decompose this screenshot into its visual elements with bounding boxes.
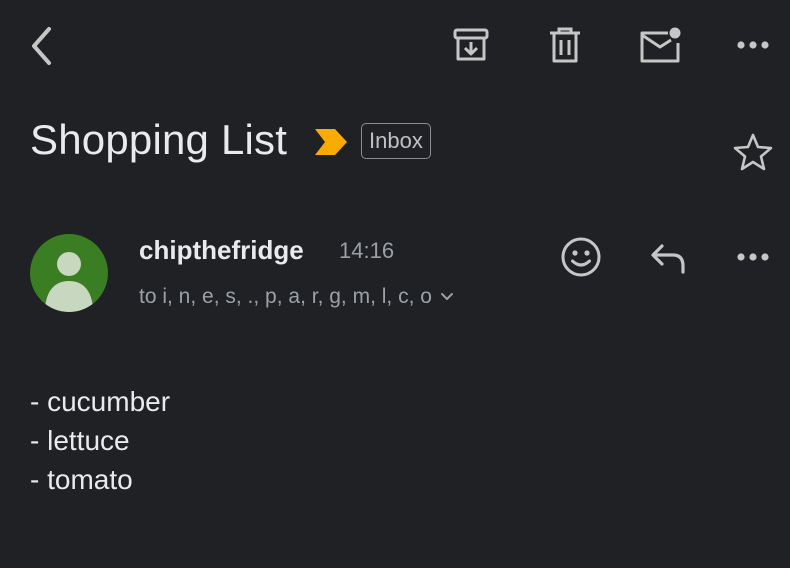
mark-unread-button[interactable] bbox=[635, 22, 685, 68]
person-silhouette-icon bbox=[45, 252, 93, 312]
message-time: 14:16 bbox=[339, 238, 395, 263]
delete-button[interactable] bbox=[542, 22, 588, 68]
back-button[interactable] bbox=[22, 24, 62, 68]
add-reaction-button[interactable] bbox=[557, 234, 605, 280]
importance-marker-icon[interactable] bbox=[313, 127, 349, 162]
sender-name[interactable]: chipthefridge bbox=[139, 234, 304, 266]
reply-icon bbox=[651, 244, 685, 274]
body-line: - cucumber bbox=[30, 386, 171, 417]
mail-unread-icon bbox=[640, 27, 681, 63]
inbox-label-chip[interactable]: Inbox bbox=[361, 123, 431, 159]
more-horizontal-icon bbox=[737, 41, 769, 49]
archive-icon bbox=[453, 28, 489, 61]
sender-avatar[interactable] bbox=[30, 234, 108, 312]
more-horizontal-icon bbox=[737, 253, 769, 261]
star-outline-icon bbox=[733, 133, 773, 171]
archive-button[interactable] bbox=[448, 22, 494, 68]
trash-icon bbox=[550, 27, 580, 63]
body-line: - tomato bbox=[30, 464, 133, 495]
chevron-down-icon bbox=[440, 293, 453, 300]
recipients-text: to i, n, e, s, ., p, a, r, g, m, l, c, o bbox=[139, 285, 432, 308]
recipients-toggle[interactable]: to i, n, e, s, ., p, a, r, g, m, l, c, o bbox=[139, 283, 454, 311]
message-more-button[interactable] bbox=[732, 242, 774, 272]
email-subject: Shopping List bbox=[30, 116, 288, 163]
star-button[interactable] bbox=[730, 130, 776, 174]
body-line: - lettuce bbox=[30, 425, 130, 456]
message-body: - cucumber - lettuce - tomato bbox=[30, 382, 170, 499]
reply-button[interactable] bbox=[645, 236, 691, 280]
more-options-button[interactable] bbox=[732, 30, 774, 60]
chevron-left-icon bbox=[32, 27, 51, 65]
emoji-reaction-icon bbox=[561, 237, 601, 277]
